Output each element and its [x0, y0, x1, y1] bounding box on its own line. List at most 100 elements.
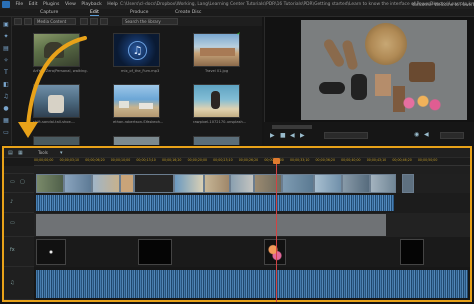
- library-thumb-3[interactable]: [193, 33, 240, 67]
- tools-dropdown-icon[interactable]: ▾: [60, 150, 66, 156]
- grid-view-icon[interactable]: [80, 18, 88, 25]
- timeline-toolbar: ▤ ▦ Tools ▾: [4, 148, 470, 158]
- video-clip[interactable]: [342, 174, 370, 193]
- import-icon[interactable]: [14, 18, 22, 25]
- timeline-view-icon[interactable]: ▤: [8, 150, 14, 156]
- track-header-effect[interactable]: fx: [4, 237, 34, 267]
- particle-clip[interactable]: [36, 239, 66, 265]
- voiceover-icon[interactable]: ●: [2, 105, 10, 112]
- video-clip[interactable]: [370, 174, 396, 193]
- library-search-input[interactable]: Search the library: [122, 18, 178, 25]
- title-clip[interactable]: [306, 214, 386, 236]
- ruler-tick: 00;00;10;00: [110, 158, 131, 162]
- video-clip[interactable]: [134, 174, 174, 193]
- track-header-music[interactable]: ♫: [4, 267, 34, 300]
- menu-bar: File Edit Plugins View Playback Help C:\…: [0, 0, 474, 9]
- menu-edit[interactable]: Edit: [29, 0, 38, 9]
- play-icon[interactable]: ▶: [270, 133, 276, 139]
- track-header-video-1[interactable]: ▭ ▢: [4, 174, 34, 193]
- menu-playback[interactable]: Playback: [81, 0, 102, 9]
- video-clip[interactable]: [204, 174, 230, 193]
- video-clip[interactable]: [64, 174, 92, 193]
- volume-icon[interactable]: ◀: [424, 132, 430, 138]
- library-caption-3: Travel 01.jpg: [205, 69, 229, 73]
- library-filter-dropdown[interactable]: Media Content: [34, 18, 76, 25]
- video-clip[interactable]: [314, 174, 342, 193]
- audio-mixing-icon[interactable]: ♫: [2, 93, 10, 100]
- media-room-icon[interactable]: ▣: [2, 21, 10, 28]
- menu-file[interactable]: File: [15, 0, 23, 9]
- top-track: [34, 166, 470, 174]
- video-clip[interactable]: [174, 174, 204, 193]
- pip-room-icon[interactable]: ▤: [2, 45, 10, 52]
- video-clip[interactable]: [254, 174, 282, 193]
- timeline-playhead[interactable]: [276, 158, 277, 302]
- ruler-tick: 00;00;06;20: [85, 158, 105, 162]
- zoom-dropdown[interactable]: [440, 132, 464, 139]
- tab-capture[interactable]: Capture: [40, 10, 58, 15]
- title-clip[interactable]: [218, 214, 306, 236]
- audio-clip[interactable]: [36, 195, 394, 211]
- tab-create-disc[interactable]: Create Disc: [175, 10, 201, 15]
- particle-room-icon[interactable]: ✧: [2, 57, 10, 64]
- audio-track-icon: ♪: [10, 199, 14, 205]
- ruler-tick: 00;00;23;10: [213, 158, 233, 162]
- video-track-icon-2: ▭: [10, 220, 15, 226]
- mode-tabs: Capture Edit Produce Create Disc: [0, 9, 474, 17]
- music-track-icon: ♫: [10, 280, 15, 286]
- menu-view[interactable]: View: [65, 0, 76, 9]
- ruler-tick: 00;00;26;20: [238, 158, 259, 162]
- tools-menu[interactable]: Tools: [38, 150, 48, 156]
- fx-room-icon[interactable]: ✦: [2, 33, 10, 40]
- tab-produce[interactable]: Produce: [130, 10, 148, 15]
- playhead-handle[interactable]: [273, 158, 280, 164]
- library-thumb-9[interactable]: [193, 136, 240, 145]
- video-clip[interactable]: [120, 174, 134, 193]
- library-toolbar: Media Content Search the library: [12, 17, 262, 26]
- ruler-tick: 00;00;03;10: [59, 158, 80, 162]
- ruler-tick: 00;00;16;20: [161, 158, 182, 162]
- video-clip[interactable]: [402, 174, 414, 193]
- title-room-icon[interactable]: T: [2, 69, 10, 76]
- chapter-room-icon[interactable]: ▦: [2, 117, 10, 124]
- title-clip[interactable]: [36, 214, 136, 236]
- ruler-tick: 00;00;36;20: [315, 158, 335, 162]
- timecode-display: [324, 132, 368, 139]
- subtitle-room-icon[interactable]: ▭: [2, 129, 10, 136]
- previous-frame-icon[interactable]: ◀: [290, 133, 296, 139]
- black-clip[interactable]: [138, 239, 172, 265]
- music-clip[interactable]: [36, 270, 468, 298]
- track-header-video-2[interactable]: ▭: [4, 213, 34, 237]
- ruler-tick: 00;00;46;20: [392, 158, 412, 162]
- menu-help[interactable]: Help: [107, 0, 117, 9]
- menu-plugins[interactable]: Plugins: [43, 0, 59, 9]
- video-clip[interactable]: [92, 174, 120, 193]
- ruler-tick: 00;00;33;10: [289, 158, 310, 162]
- plugin-icon[interactable]: [24, 18, 32, 25]
- scrub-bar[interactable]: [272, 125, 312, 129]
- list-view-icon[interactable]: [90, 18, 98, 25]
- library-thumb-6[interactable]: [193, 84, 240, 118]
- lock-icon[interactable]: ▢: [20, 180, 26, 185]
- timeline-ruler[interactable]: 00;00;00;00 00;00;03;10 00;00;06;20 00;00;1…: [34, 158, 470, 166]
- ruler-tick: 00;00;00;00: [34, 158, 54, 162]
- powerdirector-window: File Edit Plugins View Playback Help C:\…: [0, 0, 474, 304]
- flower-overlay-clip[interactable]: [264, 239, 286, 265]
- storyboard-view-icon[interactable]: ▦: [18, 150, 28, 156]
- title-clip[interactable]: [136, 214, 218, 236]
- video-clip[interactable]: [36, 174, 64, 193]
- video-clip[interactable]: [282, 174, 314, 193]
- snapshot-icon[interactable]: ◉: [414, 132, 420, 138]
- stop-icon[interactable]: ■: [280, 133, 286, 139]
- transition-room-icon[interactable]: ◧: [2, 81, 10, 88]
- track-header-audio-1[interactable]: ♪: [4, 193, 34, 213]
- preview-frame: [301, 20, 467, 120]
- drag-arrow-annotation: [18, 36, 87, 138]
- black-clip[interactable]: [400, 239, 424, 265]
- effect-track-icon: fx: [10, 247, 15, 253]
- tab-edit[interactable]: Edit: [90, 10, 99, 16]
- video-clip[interactable]: [230, 174, 254, 193]
- next-frame-icon[interactable]: ▶: [300, 133, 306, 139]
- sort-icon[interactable]: [100, 18, 108, 25]
- used-check-icon: ✔: [237, 31, 241, 36]
